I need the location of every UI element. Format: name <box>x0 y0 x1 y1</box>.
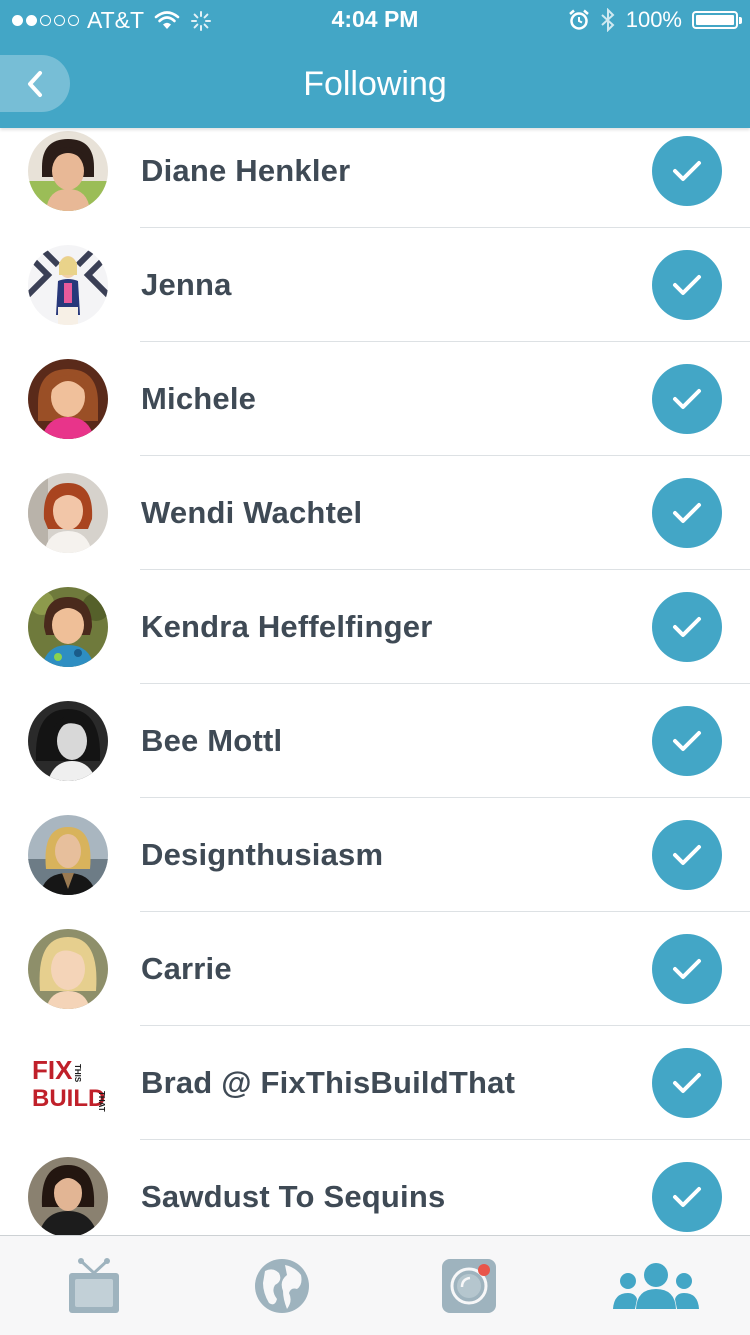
svg-text:FIX: FIX <box>32 1055 73 1085</box>
list-item[interactable]: Wendi Wachtel <box>0 456 750 570</box>
alarm-icon <box>568 9 589 30</box>
user-name[interactable]: Kendra Heffelfinger <box>141 570 432 684</box>
status-bar: AT&T 4:04 PM 100% <box>0 0 750 40</box>
list-item[interactable]: Jenna <box>0 228 750 342</box>
following-toggle-button[interactable] <box>652 1162 722 1232</box>
user-name[interactable]: Diane Henkler <box>141 114 350 228</box>
tab-explore[interactable] <box>188 1236 375 1335</box>
avatar <box>28 245 108 325</box>
user-name[interactable]: Brad @ FixThisBuildThat <box>141 1026 515 1140</box>
bluetooth-icon <box>601 8 615 32</box>
tab-tv[interactable] <box>0 1236 187 1335</box>
checkmark-icon <box>673 275 701 295</box>
checkmark-icon <box>673 503 701 523</box>
avatar <box>28 815 108 895</box>
notification-dot <box>477 1263 490 1276</box>
following-toggle-button[interactable] <box>652 250 722 320</box>
user-name[interactable]: Jenna <box>141 228 232 342</box>
avatar <box>28 359 108 439</box>
tv-icon <box>68 1257 119 1313</box>
fix-this-build-that-logo: FIX THIS BUILD THAT <box>28 1043 108 1123</box>
user-name[interactable]: Carrie <box>141 912 232 1026</box>
user-name[interactable]: Bee Mottl <box>141 684 282 798</box>
tab-following[interactable] <box>562 1236 749 1335</box>
following-toggle-button[interactable] <box>652 934 722 1004</box>
user-name[interactable]: Wendi Wachtel <box>141 456 362 570</box>
following-toggle-button[interactable] <box>652 820 722 890</box>
page-title: Following <box>303 65 447 103</box>
avatar <box>28 1157 108 1235</box>
avatar <box>28 131 108 211</box>
following-toggle-button[interactable] <box>652 592 722 662</box>
user-name[interactable]: Michele <box>141 342 256 456</box>
user-name[interactable]: Designthusiasm <box>141 798 383 912</box>
following-toggle-button[interactable] <box>652 706 722 776</box>
avatar <box>28 587 108 667</box>
people-icon <box>612 1262 699 1309</box>
svg-text:THAT: THAT <box>97 1091 106 1112</box>
checkmark-icon <box>673 959 701 979</box>
following-list: Diane Henkler Jenna Michele Wendi Wachte… <box>0 114 750 1235</box>
following-toggle-button[interactable] <box>652 136 722 206</box>
globe-icon <box>254 1258 309 1313</box>
checkmark-icon <box>673 1187 701 1207</box>
battery-percent: 100% <box>625 7 682 32</box>
svg-text:THIS: THIS <box>73 1064 82 1083</box>
checkmark-icon <box>673 161 701 181</box>
checkmark-icon <box>673 1073 701 1093</box>
following-toggle-button[interactable] <box>652 478 722 548</box>
camera-icon <box>441 1258 496 1313</box>
list-item[interactable]: Designthusiasm <box>0 798 750 912</box>
svg-text:BUILD: BUILD <box>32 1085 105 1112</box>
header: AT&T 4:04 PM 100% Following <box>0 0 750 128</box>
list-item[interactable]: Diane Henkler <box>0 114 750 228</box>
avatar <box>28 473 108 553</box>
user-name[interactable]: Sawdust To Sequins <box>141 1140 445 1235</box>
list-item[interactable]: Kendra Heffelfinger <box>0 570 750 684</box>
checkmark-icon <box>673 731 701 751</box>
avatar <box>28 929 108 1009</box>
avatar <box>28 701 108 781</box>
list-item[interactable]: Bee Mottl <box>0 684 750 798</box>
following-toggle-button[interactable] <box>652 1048 722 1118</box>
list-item[interactable]: Michele <box>0 342 750 456</box>
checkmark-icon <box>673 389 701 409</box>
checkmark-icon <box>673 845 701 865</box>
following-toggle-button[interactable] <box>652 364 722 434</box>
tab-bar <box>0 1235 750 1335</box>
checkmark-icon <box>673 617 701 637</box>
list-item[interactable]: Sawdust To Sequins <box>0 1140 750 1235</box>
tab-camera[interactable] <box>375 1236 562 1335</box>
list-item[interactable]: Carrie <box>0 912 750 1026</box>
battery-icon <box>692 11 742 29</box>
list-item[interactable]: FIX THIS BUILD THAT Brad @ FixThisBuildT… <box>0 1026 750 1140</box>
